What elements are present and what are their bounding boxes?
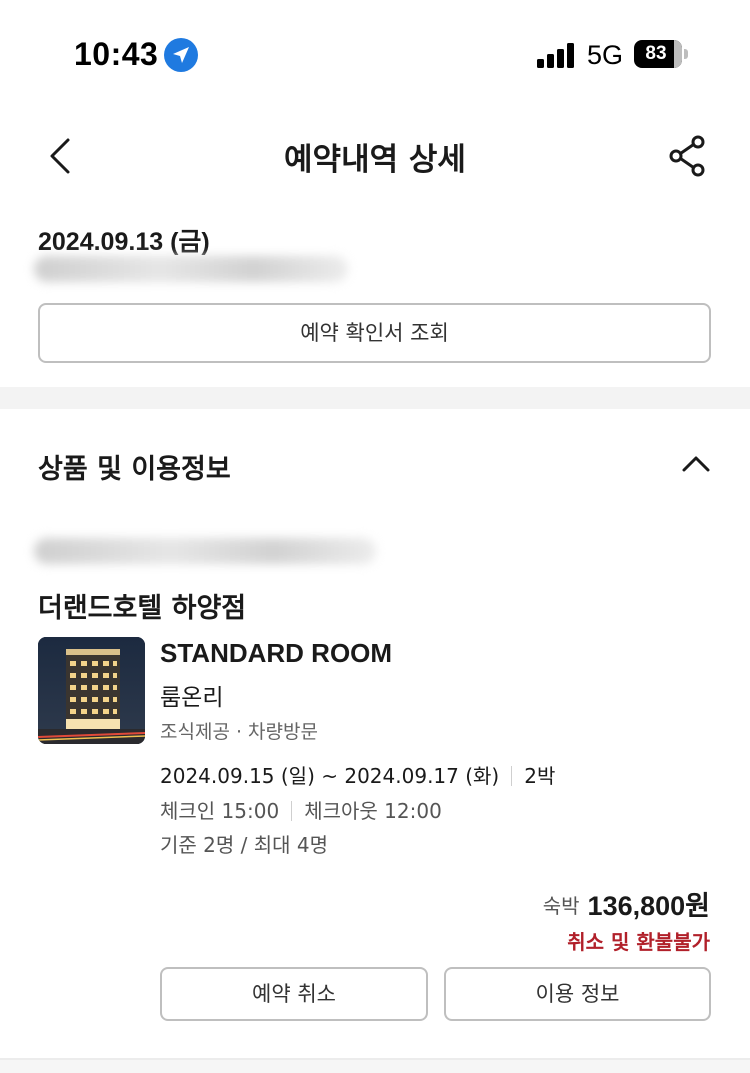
stay-dates: 2024.09.15 (일) ~ 2024.09.17 (화) 2박 [160, 760, 555, 789]
section-divider [0, 387, 750, 409]
hotel-name[interactable]: 더랜드호텔 하양점 [38, 586, 246, 625]
hotel-thumbnail[interactable] [38, 637, 145, 744]
checkout-time: 체크아웃 12:00 [304, 799, 442, 823]
redacted-booking-info [34, 538, 376, 564]
divider [511, 766, 513, 786]
confirmation-button[interactable]: 예약 확인서 조회 [38, 303, 711, 363]
location-arrow-icon [164, 38, 198, 72]
checkin-time: 체크인 15:00 [160, 799, 280, 823]
battery-percent: 83 [645, 43, 667, 64]
price-row: 숙박 136,800원 [543, 884, 710, 923]
price-label: 숙박 [542, 894, 580, 918]
section-toggle-button[interactable] [676, 446, 716, 480]
usage-info-button[interactable]: 이용 정보 [444, 967, 711, 1021]
stay-times: 체크인 15:00 체크아웃 12:00 [160, 795, 442, 824]
status-time: 10:43 [74, 36, 159, 72]
price-value: 136,800원 [587, 891, 710, 921]
nav-header: 예약내역 상세 [0, 120, 750, 190]
date-separator: ~ [321, 764, 338, 788]
network-type: 5G [587, 40, 624, 70]
cancel-booking-button[interactable]: 예약 취소 [160, 967, 428, 1021]
room-name: STANDARD ROOM [160, 638, 393, 668]
room-options: 조식제공 · 차량방문 [160, 721, 318, 743]
bottom-spacer [0, 1060, 750, 1073]
checkout-date: 2024.09.17 (화) [344, 764, 500, 788]
redacted-order-number [34, 256, 348, 282]
section-title: 상품 및 이용정보 [38, 454, 231, 485]
page-title: 예약내역 상세 [284, 142, 466, 178]
nights: 2박 [524, 764, 556, 788]
battery-icon: 83 [634, 40, 688, 68]
share-button[interactable] [664, 132, 712, 180]
share-icon [669, 135, 705, 177]
order-date: 2024.09.13 (금) [38, 228, 210, 256]
refund-policy: 취소 및 환불불가 [567, 930, 710, 954]
cellular-signal-icon [537, 42, 577, 68]
status-bar: 10:43 5G 83 [0, 0, 750, 110]
chevron-up-icon [682, 456, 710, 472]
divider [291, 801, 293, 821]
occupancy: 기준 2명 / 최대 4명 [160, 833, 329, 857]
checkin-date: 2024.09.15 (일) [160, 764, 315, 788]
room-type: 룸온리 [160, 685, 224, 711]
